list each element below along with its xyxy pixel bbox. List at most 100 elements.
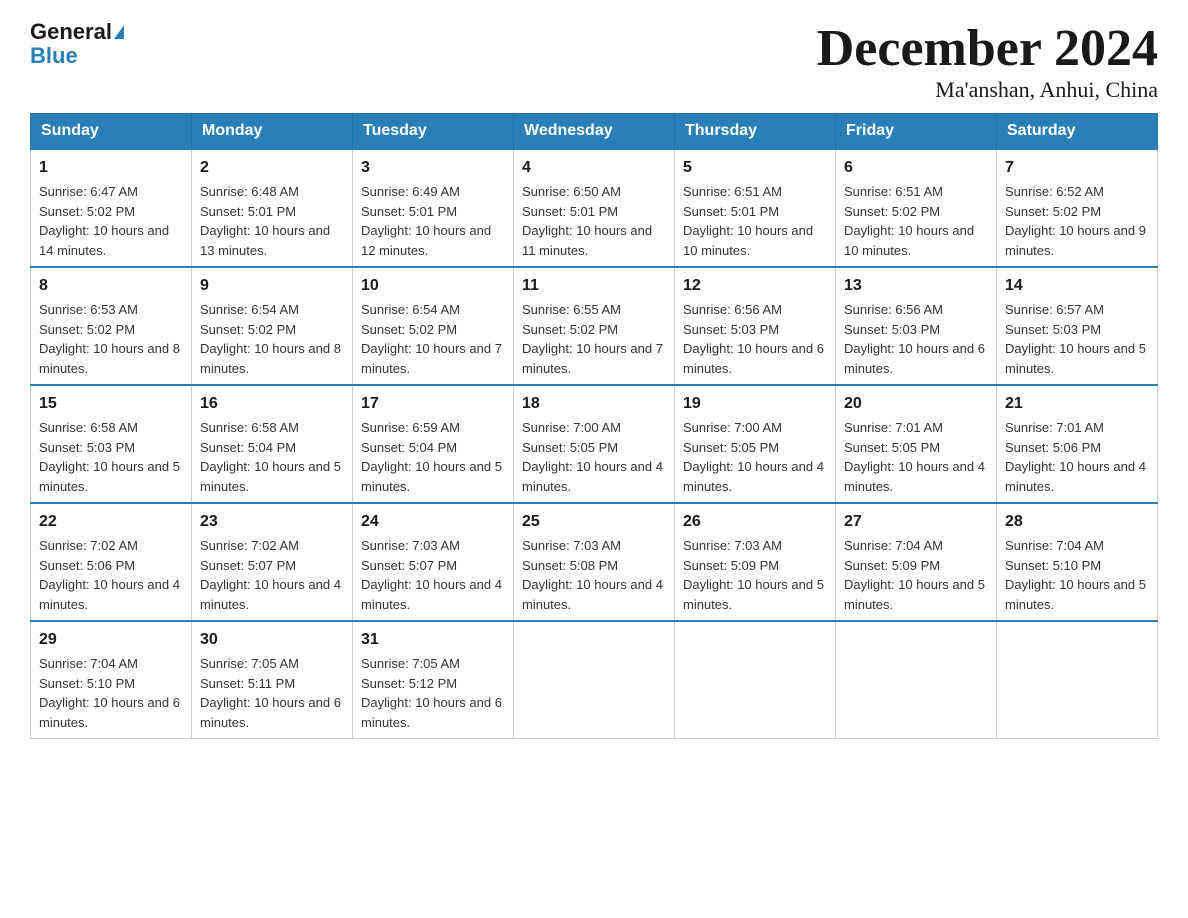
sunrise-label: Sunrise: 7:01 AM: [844, 420, 943, 435]
sunrise-label: Sunrise: 6:57 AM: [1005, 302, 1104, 317]
day-number: 16: [200, 392, 344, 416]
empty-cell: [997, 621, 1158, 739]
daylight-label: Daylight: 10 hours and 12 minutes.: [361, 223, 491, 258]
calendar-day-29: 29Sunrise: 7:04 AMSunset: 5:10 PMDayligh…: [31, 621, 192, 739]
sunset-label: Sunset: 5:06 PM: [1005, 440, 1101, 455]
daylight-label: Daylight: 10 hours and 4 minutes.: [1005, 459, 1146, 494]
calendar-day-13: 13 Sunrise: 6:56 AM Sunset: 5:03 PM Dayligh…: [836, 267, 997, 385]
sunrise-label: Sunrise: 7:04 AM: [844, 538, 943, 553]
calendar-day-19: 19Sunrise: 7:00 AMSunset: 5:05 PMDayligh…: [675, 385, 836, 503]
day-number: 9: [200, 274, 344, 298]
sunrise-label: Sunrise: 6:58 AM: [200, 420, 299, 435]
calendar-title: December 2024: [817, 20, 1158, 77]
sunset-label: Sunset: 5:07 PM: [361, 558, 457, 573]
empty-cell: [514, 621, 675, 739]
calendar-subtitle: Ma'anshan, Anhui, China: [817, 77, 1158, 103]
daylight-label: Daylight: 10 hours and 13 minutes.: [200, 223, 330, 258]
calendar-day-8: 8Sunrise: 6:53 AMSunset: 5:02 PMDaylight…: [31, 267, 192, 385]
day-number: 15: [39, 392, 183, 416]
daylight-label: Daylight: 10 hours and 6 minutes.: [361, 695, 502, 730]
calendar-header-row: SundayMondayTuesdayWednesdayThursdayFrid…: [31, 114, 1158, 150]
logo-blue-text: Blue: [30, 44, 124, 68]
day-number: 4: [522, 156, 666, 180]
sunrise-label: Sunrise: 6:55 AM: [522, 302, 621, 317]
sunrise-label: Sunrise: 7:00 AM: [683, 420, 782, 435]
logo-triangle-icon: [114, 25, 124, 39]
day-number: 14: [1005, 274, 1149, 298]
daylight-label: Daylight: 10 hours and 9 minutes.: [1005, 223, 1146, 258]
sunrise-label: Sunrise: 7:05 AM: [200, 656, 299, 671]
daylight-label: Daylight: 10 hours and 8 minutes.: [39, 341, 180, 376]
sunset-label: Sunset: 5:02 PM: [522, 322, 618, 337]
calendar-day-3: 3Sunrise: 6:49 AMSunset: 5:01 PMDaylight…: [353, 149, 514, 267]
sunset-label: Sunset: 5:05 PM: [683, 440, 779, 455]
day-number: 6: [844, 156, 988, 180]
logo-general-text: General: [30, 20, 112, 44]
day-number: 24: [361, 510, 505, 534]
daylight-label: Daylight: 10 hours and 5 minutes.: [361, 459, 502, 494]
sunrise-label: Sunrise: 7:00 AM: [522, 420, 621, 435]
calendar-day-1: 1Sunrise: 6:47 AMSunset: 5:02 PMDaylight…: [31, 149, 192, 267]
calendar-week-1: 1Sunrise: 6:47 AMSunset: 5:02 PMDaylight…: [31, 149, 1158, 267]
calendar-day-5: 5Sunrise: 6:51 AMSunset: 5:01 PMDaylight…: [675, 149, 836, 267]
day-header-friday: Friday: [836, 114, 997, 150]
daylight-label: Daylight: 10 hours and 5 minutes.: [1005, 341, 1146, 376]
sunrise-label: Sunrise: 6:49 AM: [361, 184, 460, 199]
sunset-label: Sunset: 5:05 PM: [522, 440, 618, 455]
daylight-label: Daylight: 10 hours and 7 minutes.: [522, 341, 663, 376]
calendar-day-31: 31Sunrise: 7:05 AMSunset: 5:12 PMDayligh…: [353, 621, 514, 739]
sunset-label: Sunset: 5:03 PM: [844, 322, 940, 337]
day-number: 20: [844, 392, 988, 416]
daylight-label: Daylight: 10 hours and 4 minutes.: [683, 459, 824, 494]
daylight-label: Daylight: 10 hours and 4 minutes.: [39, 577, 180, 612]
calendar-day-11: 11 Sunrise: 6:55 AM Sunset: 5:02 PM Dayligh…: [514, 267, 675, 385]
sunrise-label: Sunrise: 6:54 AM: [361, 302, 460, 317]
day-number: 11: [522, 274, 666, 298]
day-number: 18: [522, 392, 666, 416]
day-number: 30: [200, 628, 344, 652]
sunrise-label: Sunrise: 7:03 AM: [522, 538, 621, 553]
daylight-label: Daylight: 10 hours and 4 minutes.: [200, 577, 341, 612]
sunrise-label: Sunrise: 6:56 AM: [844, 302, 943, 317]
sunset-label: Sunset: 5:02 PM: [39, 204, 135, 219]
day-number: 13: [844, 274, 988, 298]
sunset-label: Sunset: 5:02 PM: [1005, 204, 1101, 219]
daylight-label: Daylight: 10 hours and 8 minutes.: [200, 341, 341, 376]
daylight-label: Daylight: 10 hours and 14 minutes.: [39, 223, 169, 258]
day-number: 29: [39, 628, 183, 652]
calendar-day-17: 17Sunrise: 6:59 AMSunset: 5:04 PMDayligh…: [353, 385, 514, 503]
sunrise-label: Sunrise: 7:04 AM: [1005, 538, 1104, 553]
sunrise-label: Sunrise: 6:50 AM: [522, 184, 621, 199]
day-number: 5: [683, 156, 827, 180]
sunset-label: Sunset: 5:11 PM: [200, 676, 295, 691]
day-header-monday: Monday: [192, 114, 353, 150]
sunset-label: Sunset: 5:09 PM: [683, 558, 779, 573]
daylight-label: Daylight: 10 hours and 10 minutes.: [683, 223, 813, 258]
daylight-label: Daylight: 10 hours and 6 minutes.: [683, 341, 824, 376]
day-number: 12: [683, 274, 827, 298]
calendar-day-21: 21Sunrise: 7:01 AMSunset: 5:06 PMDayligh…: [997, 385, 1158, 503]
day-number: 28: [1005, 510, 1149, 534]
calendar-day-26: 26Sunrise: 7:03 AMSunset: 5:09 PMDayligh…: [675, 503, 836, 621]
calendar-day-20: 20Sunrise: 7:01 AMSunset: 5:05 PMDayligh…: [836, 385, 997, 503]
sunset-label: Sunset: 5:12 PM: [361, 676, 457, 691]
title-block: December 2024 Ma'anshan, Anhui, China: [817, 20, 1158, 103]
sunset-label: Sunset: 5:05 PM: [844, 440, 940, 455]
calendar-week-2: 8Sunrise: 6:53 AMSunset: 5:02 PMDaylight…: [31, 267, 1158, 385]
day-number: 22: [39, 510, 183, 534]
daylight-label: Daylight: 10 hours and 5 minutes.: [39, 459, 180, 494]
sunset-label: Sunset: 5:03 PM: [683, 322, 779, 337]
sunrise-label: Sunrise: 6:47 AM: [39, 184, 138, 199]
calendar-week-3: 15Sunrise: 6:58 AMSunset: 5:03 PMDayligh…: [31, 385, 1158, 503]
day-number: 7: [1005, 156, 1149, 180]
sunset-label: Sunset: 5:01 PM: [683, 204, 779, 219]
day-number: 17: [361, 392, 505, 416]
daylight-label: Daylight: 10 hours and 7 minutes.: [361, 341, 502, 376]
calendar-day-4: 4Sunrise: 6:50 AMSunset: 5:01 PMDaylight…: [514, 149, 675, 267]
empty-cell: [675, 621, 836, 739]
sunset-label: Sunset: 5:07 PM: [200, 558, 296, 573]
day-header-tuesday: Tuesday: [353, 114, 514, 150]
calendar-day-9: 9Sunrise: 6:54 AMSunset: 5:02 PMDaylight…: [192, 267, 353, 385]
daylight-label: Daylight: 10 hours and 6 minutes.: [844, 341, 985, 376]
sunset-label: Sunset: 5:10 PM: [1005, 558, 1101, 573]
